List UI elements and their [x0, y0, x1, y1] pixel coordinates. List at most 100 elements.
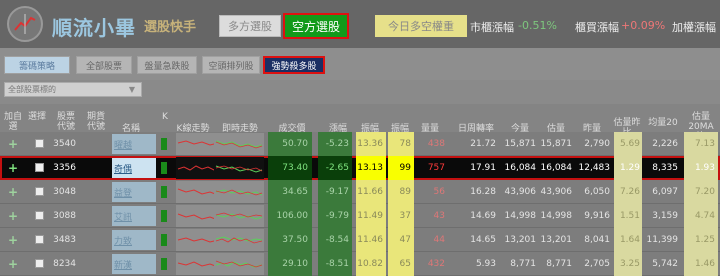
avg20-cell: 6,097: [652, 187, 678, 197]
k-indicator-bar: [161, 162, 167, 174]
stock-name-link[interactable]: 奇偶: [112, 158, 156, 178]
volume-cell: 56: [433, 187, 445, 197]
avg20-cell: 11,399: [646, 235, 679, 245]
amplitude2-cell: 89: [388, 180, 414, 204]
turnover-cell: 14.69: [470, 211, 496, 221]
prev-vol-cell: 6,050: [584, 187, 610, 197]
today-weight-button[interactable]: 今日多空權重: [375, 15, 467, 37]
volume-cell: 757: [427, 163, 445, 173]
table-row[interactable]: + 3540 曜越 50.70 -5.23 13.36 78 438 21.72…: [0, 132, 720, 156]
add-watchlist-icon[interactable]: +: [8, 137, 18, 151]
prev-vol-cell: 2,705: [584, 259, 610, 269]
add-watchlist-icon[interactable]: +: [8, 233, 18, 247]
index-value: -0.51%: [518, 19, 557, 32]
intraday-sparkline: [214, 229, 264, 251]
today-vol-cell: 15,871: [504, 139, 537, 149]
add-watchlist-icon[interactable]: +: [8, 257, 18, 271]
col-k[interactable]: K: [160, 112, 170, 122]
avg20-cell: 5,742: [652, 259, 678, 269]
ratio-cell: 7.26: [614, 180, 642, 204]
table-row[interactable]: + 3356 奇偶 73.40 -2.65 13.13 99 757 17.91…: [0, 156, 720, 180]
logo-icon: [7, 6, 43, 42]
table-row[interactable]: + 3088 艾訊 106.00 -9.79 11.49 37 43 14.69…: [0, 204, 720, 228]
change-cell: -9.17: [318, 180, 352, 204]
price-cell: 106.00: [268, 204, 312, 228]
today-vol-cell: 16,084: [504, 163, 537, 173]
tab-strong-kill[interactable]: 強勢殺多股: [263, 56, 325, 74]
turnover-cell: 5.93: [475, 259, 496, 269]
tab-chip-strategy[interactable]: 籌碼策略: [4, 56, 70, 74]
amplitude2-cell: 37: [388, 204, 414, 228]
stock-name-link[interactable]: 益登: [112, 182, 156, 202]
long-select-button[interactable]: 多方選股: [219, 15, 281, 37]
ratio20-cell: 4.74: [684, 204, 718, 228]
stock-name-link[interactable]: 新漢: [112, 254, 156, 274]
stock-name-link[interactable]: 曜越: [112, 134, 156, 154]
col-mark[interactable]: 選擇: [28, 112, 46, 122]
filter-value: 全部股票標的: [8, 85, 56, 94]
avg20-cell: 8,335: [652, 163, 678, 173]
volume-cell: 43: [433, 211, 445, 221]
table-row[interactable]: + 3483 力致 37.50 -8.54 11.46 47 44 14.65 …: [0, 228, 720, 252]
add-watchlist-icon[interactable]: +: [8, 161, 18, 175]
tab-volume-drop[interactable]: 盤量急跌股: [137, 56, 197, 74]
futures-value: +0.09%: [621, 19, 666, 32]
weighted-label: 加權漲幅: [672, 21, 716, 34]
est-vol-cell: 15,871: [540, 139, 573, 149]
index-label: 市櫃漲幅: [470, 21, 514, 34]
add-watchlist-icon[interactable]: +: [8, 185, 18, 199]
stock-name-link[interactable]: 力致: [112, 230, 156, 250]
today-vol-cell: 43,906: [504, 187, 537, 197]
ratio-cell: 1.29: [614, 156, 642, 180]
turnover-cell: 17.91: [470, 163, 496, 173]
table-row[interactable]: + 8234 新漢 29.10 -8.51 10.82 65 432 5.93 …: [0, 252, 720, 276]
stock-code: 8234: [53, 259, 76, 269]
ratio20-cell: 1.46: [684, 252, 718, 276]
est-vol-cell: 13,201: [540, 235, 573, 245]
change-cell: -8.54: [318, 228, 352, 252]
volume-cell: 44: [433, 235, 445, 245]
short-select-button[interactable]: 空方選股: [283, 13, 349, 39]
est-vol-cell: 16,084: [540, 163, 573, 173]
col-code[interactable]: 股票代號: [54, 112, 78, 132]
amplitude1-cell: 11.46: [356, 228, 386, 252]
header-bar: 順流小畢 選股快手 多方選股 空方選股 今日多空權重 市櫃漲幅 -0.51% 櫃…: [0, 0, 720, 48]
stock-filter-select[interactable]: 全部股票標的 ▼: [4, 82, 142, 97]
amplitude1-cell: 13.13: [356, 156, 386, 180]
row-checkbox[interactable]: [35, 259, 44, 268]
amplitude2-cell: 99: [388, 156, 414, 180]
intraday-sparkline: [214, 133, 264, 155]
ratio20-cell: 1.93: [684, 156, 718, 180]
col-futures-code[interactable]: 期貨代號: [84, 112, 108, 132]
turnover-cell: 16.28: [470, 187, 496, 197]
price-cell: 29.10: [268, 252, 312, 276]
avg20-cell: 2,226: [652, 139, 678, 149]
app-window: 順流小畢 選股快手 多方選股 空方選股 今日多空權重 市櫃漲幅 -0.51% 櫃…: [0, 0, 720, 276]
table-row[interactable]: + 3048 益登 34.65 -9.17 11.66 89 56 16.28 …: [0, 180, 720, 204]
row-checkbox[interactable]: [35, 139, 44, 148]
intraday-sparkline: [214, 181, 264, 203]
intraday-sparkline: [214, 157, 264, 179]
tab-bear-arrangement[interactable]: 空頭排列股: [202, 56, 260, 74]
prev-vol-cell: 9,916: [584, 211, 610, 221]
stock-name-link[interactable]: 艾訊: [112, 206, 156, 226]
stock-code: 3483: [53, 235, 76, 245]
intraday-sparkline: [214, 205, 264, 227]
tab-all-stocks[interactable]: 全部股票: [76, 56, 132, 74]
price-cell: 34.65: [268, 180, 312, 204]
row-checkbox[interactable]: [35, 163, 44, 172]
ratio-cell: 3.25: [614, 252, 642, 276]
ratio-cell: 5.69: [614, 132, 642, 156]
ratio-cell: 1.64: [614, 228, 642, 252]
add-watchlist-icon[interactable]: +: [8, 209, 18, 223]
price-cell: 73.40: [268, 156, 312, 180]
row-checkbox[interactable]: [35, 187, 44, 196]
amplitude2-cell: 47: [388, 228, 414, 252]
est-vol-cell: 43,906: [540, 187, 573, 197]
k-indicator-bar: [161, 258, 167, 270]
row-checkbox[interactable]: [35, 235, 44, 244]
row-checkbox[interactable]: [35, 211, 44, 220]
col-avg20[interactable]: 均量20: [646, 118, 680, 128]
col-add[interactable]: 加自選: [2, 112, 24, 132]
k-indicator-bar: [161, 210, 167, 222]
